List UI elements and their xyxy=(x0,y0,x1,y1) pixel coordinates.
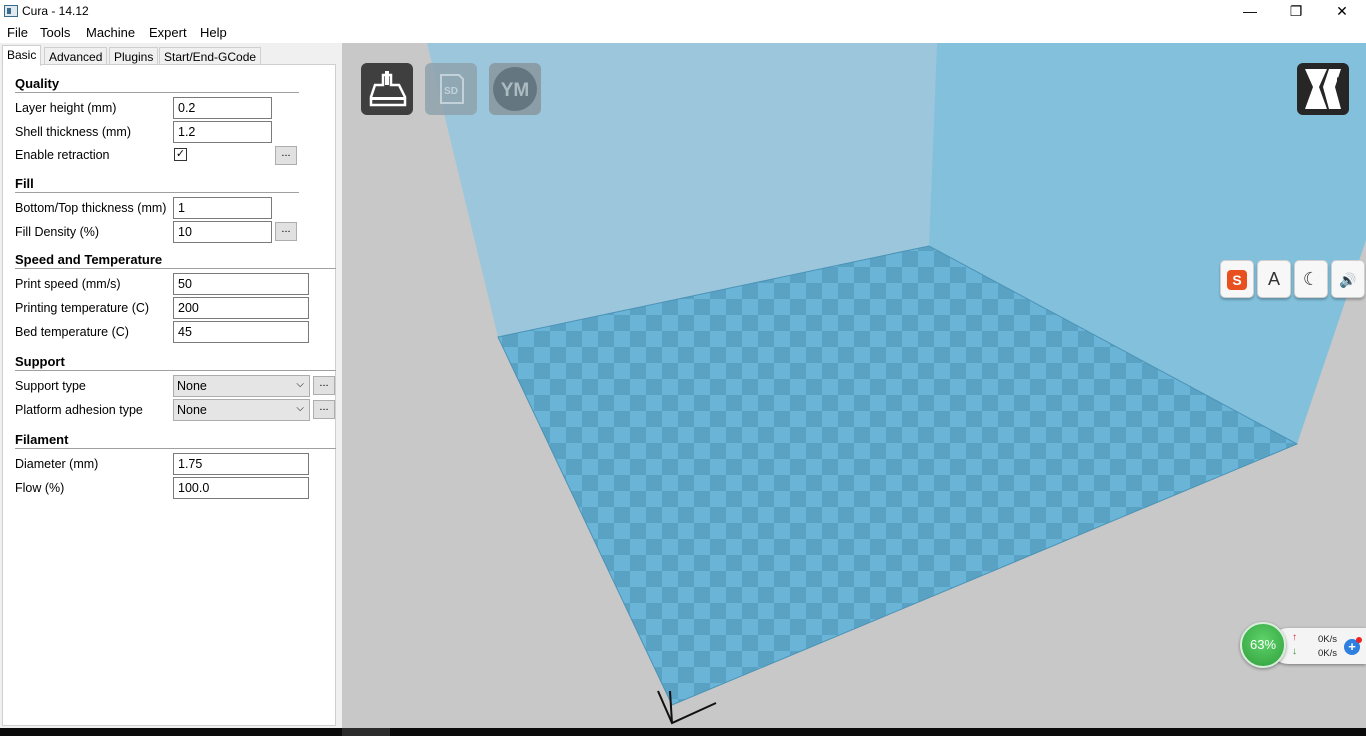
view-mode-icon xyxy=(1305,69,1343,109)
close-button[interactable]: ✕ xyxy=(1319,0,1365,23)
memory-usage-badge[interactable]: 63% xyxy=(1240,622,1286,668)
section-divider xyxy=(15,268,336,269)
sogou-logo-icon: S xyxy=(1227,270,1247,290)
download-speed: 0K/s xyxy=(1318,648,1338,659)
ime-toolbar: S A ☾ 🔊 xyxy=(1220,260,1366,300)
app-icon xyxy=(4,5,18,17)
section-filament-title: Filament xyxy=(15,432,69,447)
printing-temperature-input[interactable]: 200 xyxy=(173,297,309,319)
basic-tab-pane: Quality Layer height (mm) 0.2 Shell thic… xyxy=(2,64,336,726)
shell-thickness-input[interactable]: 1.2 xyxy=(173,121,272,143)
taskbar-active-item[interactable] xyxy=(342,728,390,736)
print-speed-label: Print speed (mm/s) xyxy=(15,277,121,291)
platform-adhesion-label: Platform adhesion type xyxy=(15,403,143,417)
build-volume-scene xyxy=(427,43,1366,725)
ime-language-button[interactable]: A xyxy=(1257,260,1291,298)
taskbar xyxy=(0,728,1366,736)
title-bar: Cura - 14.12 — ❐ ✕ xyxy=(0,0,1366,23)
ime-moon-button[interactable]: ☾ xyxy=(1294,260,1328,298)
menu-file[interactable]: File xyxy=(7,25,28,40)
shell-thickness-label: Shell thickness (mm) xyxy=(15,125,131,139)
maximize-button[interactable]: ❐ xyxy=(1273,0,1319,23)
window-title: Cura - 14.12 xyxy=(22,4,89,18)
adhesion-options-button[interactable]: ... xyxy=(313,400,335,419)
youmagine-button[interactable]: YM xyxy=(489,63,541,115)
bed-temperature-input[interactable]: 45 xyxy=(173,321,309,343)
print-speed-input[interactable]: 50 xyxy=(173,273,309,295)
download-arrow-icon: ↓ xyxy=(1292,646,1297,657)
save-to-sd-button[interactable]: SD xyxy=(425,63,477,115)
section-speed-title: Speed and Temperature xyxy=(15,252,163,267)
fill-density-options-button[interactable]: ... xyxy=(275,222,297,241)
upload-speed: 0K/s xyxy=(1318,634,1338,645)
section-divider xyxy=(15,370,336,371)
support-options-button[interactable]: ... xyxy=(313,376,335,395)
diameter-input[interactable]: 1.75 xyxy=(173,453,309,475)
flow-label: Flow (%) xyxy=(15,481,65,495)
bed-temperature-label: Bed temperature (C) xyxy=(15,325,129,339)
section-divider xyxy=(15,192,299,193)
notification-dot xyxy=(1356,637,1362,643)
fill-density-label: Fill Density (%) xyxy=(15,225,100,239)
bottom-top-thickness-input[interactable]: 1 xyxy=(173,197,272,219)
chevron-down-icon: ⌵ xyxy=(296,379,304,390)
speaker-icon: 🔊 xyxy=(1339,272,1357,288)
section-divider xyxy=(15,92,299,93)
platform-adhesion-value: None xyxy=(177,403,207,417)
flow-input[interactable]: 100.0 xyxy=(173,477,309,499)
menu-tools[interactable]: Tools xyxy=(40,25,70,40)
platform-adhesion-select[interactable]: None ⌵ xyxy=(173,399,310,421)
settings-panel: Basic Advanced Plugins Start/End-GCode Q… xyxy=(0,43,342,728)
upload-arrow-icon: ↑ xyxy=(1292,632,1297,643)
enable-retraction-checkbox[interactable]: ✓ xyxy=(174,148,187,161)
chevron-down-icon: ⌵ xyxy=(296,403,304,414)
menu-expert[interactable]: Expert xyxy=(149,25,187,40)
section-support-title: Support xyxy=(15,354,65,369)
sd-card-icon: SD xyxy=(440,74,464,104)
retraction-options-button[interactable]: ... xyxy=(275,146,297,165)
fill-density-input[interactable]: 10 xyxy=(173,221,272,243)
diameter-label: Diameter (mm) xyxy=(15,457,99,471)
svg-text:YM: YM xyxy=(501,80,530,101)
menu-help[interactable]: Help xyxy=(200,25,227,40)
support-type-value: None xyxy=(177,379,207,393)
minimize-button[interactable]: — xyxy=(1227,0,1273,23)
moon-icon: ☾ xyxy=(1302,269,1320,289)
section-divider xyxy=(15,448,336,449)
support-type-label: Support type xyxy=(15,379,86,393)
load-model-button[interactable] xyxy=(361,63,413,115)
support-type-select[interactable]: None ⌵ xyxy=(173,375,310,397)
sogou-logo-button[interactable]: S xyxy=(1220,260,1254,298)
svg-text:SD: SD xyxy=(444,86,458,97)
bottom-top-thickness-label: Bottom/Top thickness (mm) xyxy=(15,201,167,215)
tab-basic[interactable]: Basic xyxy=(2,45,42,66)
section-quality-title: Quality xyxy=(15,76,60,91)
printing-temperature-label: Printing temperature (C) xyxy=(15,301,150,315)
youmagine-icon: YM xyxy=(493,67,537,111)
menu-bar: File Tools Machine Expert Help xyxy=(0,23,1366,43)
enable-retraction-label: Enable retraction xyxy=(15,148,110,162)
ime-sound-button[interactable]: 🔊 xyxy=(1331,260,1365,298)
load-model-icon xyxy=(369,71,407,107)
network-speed-widget[interactable]: 63% ↑ 0K/s ↓ 0K/s + xyxy=(1240,622,1366,668)
layer-height-label: Layer height (mm) xyxy=(15,101,117,115)
layer-height-input[interactable]: 0.2 xyxy=(173,97,272,119)
menu-machine[interactable]: Machine xyxy=(86,25,135,40)
view-mode-button[interactable] xyxy=(1297,63,1349,115)
3d-viewport[interactable]: SD YM S A ☾ 🔊 63% ↑ 0K/s ↓ 0K/s + xyxy=(342,43,1366,728)
section-fill-title: Fill xyxy=(15,176,34,191)
